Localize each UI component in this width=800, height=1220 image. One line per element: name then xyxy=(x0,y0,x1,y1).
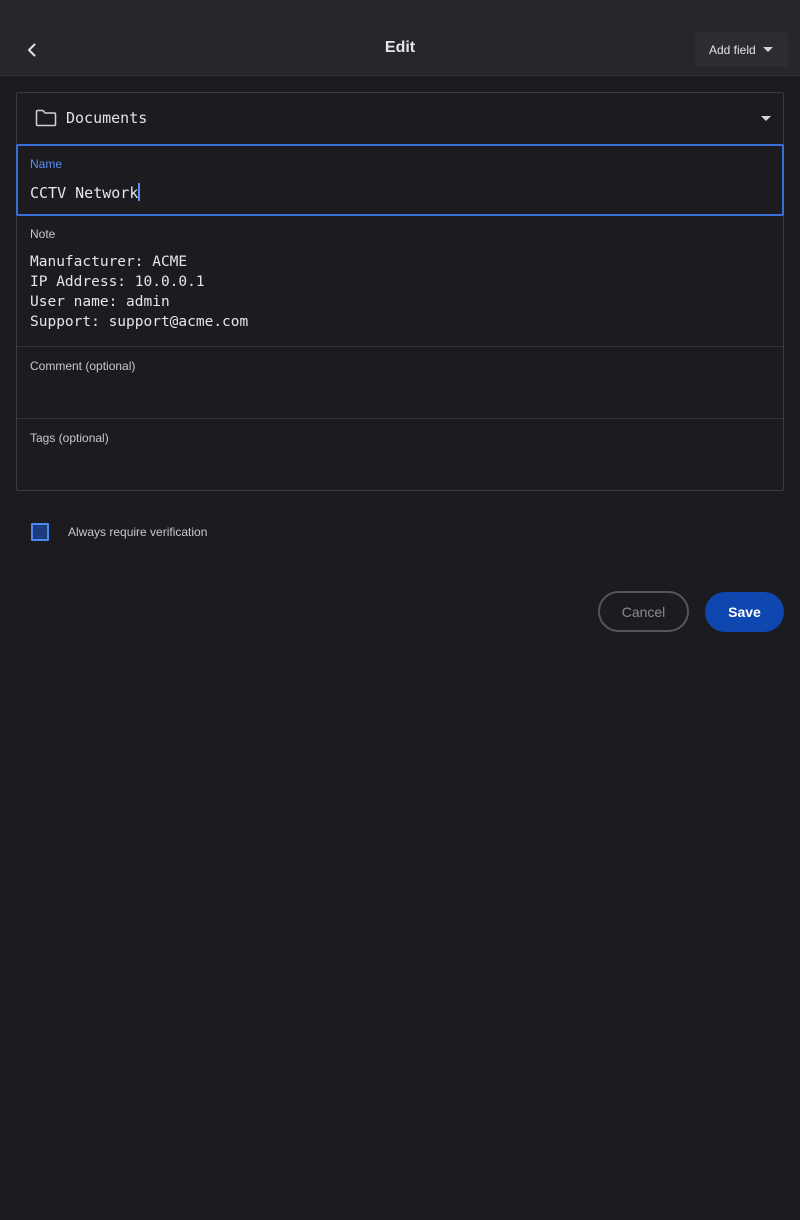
note-line: Support: support@acme.com xyxy=(30,314,249,330)
edit-form: Documents Name CCTV Network Note Manufac… xyxy=(16,92,784,491)
page-title: Edit xyxy=(384,39,416,56)
caret-down-icon xyxy=(762,47,773,52)
note-textarea[interactable]: Manufacturer: ACME IP Address: 10.0.0.1 … xyxy=(30,252,248,332)
verification-option: Always require verification xyxy=(31,523,207,541)
caret-down-icon xyxy=(761,116,771,121)
note-field[interactable]: Note Manufacturer: ACME IP Address: 10.0… xyxy=(17,215,783,347)
note-line: User name: admin xyxy=(30,294,170,310)
name-label: Name xyxy=(30,157,63,171)
folder-value: Documents xyxy=(66,109,148,127)
comment-label: Comment (optional) xyxy=(30,359,136,373)
verification-label: Always require verification xyxy=(68,525,208,539)
note-line: IP Address: 10.0.0.1 xyxy=(30,274,205,290)
tags-field[interactable]: Tags (optional) xyxy=(17,419,783,490)
folder-select[interactable]: Documents xyxy=(17,93,783,145)
name-input[interactable]: CCTV Network xyxy=(30,183,141,202)
note-line: Manufacturer: ACME xyxy=(30,254,188,270)
top-bar: Edit Add field xyxy=(0,0,800,76)
name-field[interactable]: Name CCTV Network xyxy=(16,144,784,216)
add-field-button[interactable]: Add field xyxy=(695,32,788,67)
save-button[interactable]: Save xyxy=(705,592,784,632)
add-field-label: Add field xyxy=(709,42,756,57)
verification-checkbox[interactable] xyxy=(31,523,49,541)
name-value: CCTV Network xyxy=(30,184,139,202)
folder-icon xyxy=(35,109,57,127)
cancel-button[interactable]: Cancel xyxy=(598,591,689,632)
tags-label: Tags (optional) xyxy=(30,431,109,445)
note-label: Note xyxy=(30,227,56,241)
comment-field[interactable]: Comment (optional) xyxy=(17,347,783,419)
text-cursor xyxy=(138,183,141,201)
